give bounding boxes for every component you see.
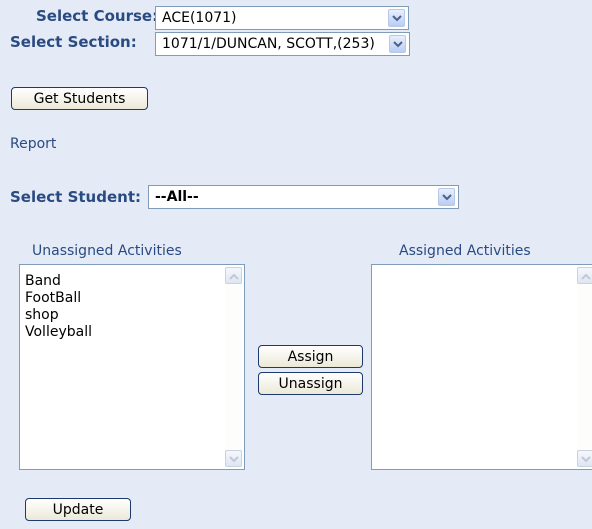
chevron-down-icon[interactable] [388, 9, 405, 27]
scroll-up-arrow-icon[interactable] [225, 267, 242, 284]
vertical-scrollbar[interactable] [577, 267, 592, 467]
report-link[interactable]: Report [10, 136, 56, 152]
list-item[interactable]: Band [25, 273, 92, 290]
vertical-scrollbar[interactable] [225, 267, 242, 467]
unassigned-heading: Unassigned Activities [32, 243, 182, 259]
update-button[interactable]: Update [25, 498, 131, 521]
assigned-heading: Assigned Activities [399, 243, 531, 259]
list-item[interactable]: Volleyball [25, 324, 92, 341]
course-select[interactable]: ACE(1071) [155, 6, 409, 30]
student-label: Select Student: [10, 188, 141, 206]
section-select[interactable]: 1071/1/DUNCAN, SCOTT,(253) [155, 32, 410, 56]
student-select-value: --All-- [155, 189, 199, 205]
list-item[interactable]: FootBall [25, 290, 92, 307]
assign-button[interactable]: Assign [258, 345, 363, 368]
unassign-button[interactable]: Unassign [258, 372, 363, 395]
list-item[interactable]: shop [25, 307, 92, 324]
section-select-value: 1071/1/DUNCAN, SCOTT,(253) [162, 36, 375, 52]
assigned-activities-list[interactable] [371, 264, 592, 470]
scroll-down-arrow-icon[interactable] [577, 450, 592, 467]
course-select-value: ACE(1071) [162, 10, 237, 26]
unassigned-items: Band FootBall shop Volleyball [25, 273, 92, 341]
chevron-down-icon[interactable] [389, 35, 406, 53]
course-label: Select Course: [36, 7, 159, 25]
section-label: Select Section: [10, 33, 137, 51]
scroll-down-arrow-icon[interactable] [225, 450, 242, 467]
unassigned-activities-list[interactable]: Band FootBall shop Volleyball [19, 264, 245, 470]
scroll-up-arrow-icon[interactable] [577, 267, 592, 284]
chevron-down-icon[interactable] [438, 188, 455, 206]
student-select[interactable]: --All-- [148, 185, 459, 209]
get-students-button[interactable]: Get Students [11, 87, 148, 110]
